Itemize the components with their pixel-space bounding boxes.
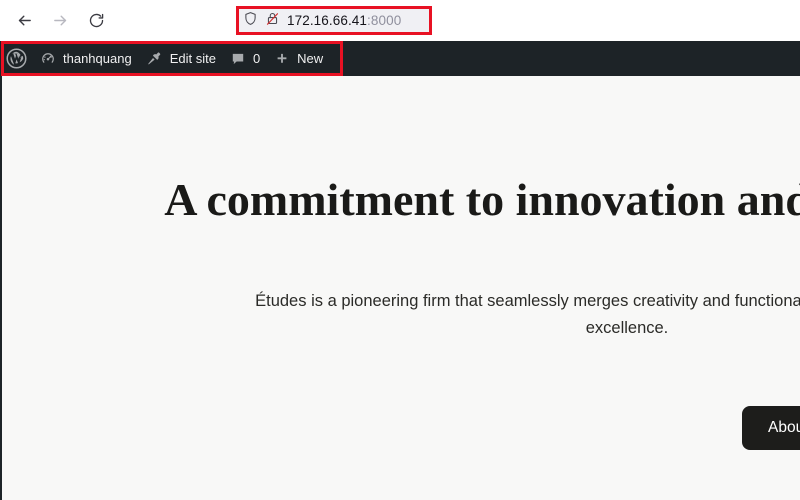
pushpin-icon	[146, 50, 163, 67]
admin-bar-item-site-name[interactable]: thanhquang	[32, 41, 138, 76]
page-viewport: thanhquang Edit site 0 New A commitment …	[0, 41, 800, 500]
address-host: 172.16.66.41	[287, 13, 368, 28]
dashboard-gauge-icon	[40, 51, 56, 67]
comment-bubble-icon	[230, 51, 246, 67]
hero-section: A commitment to innovation and sustainab…	[0, 76, 800, 500]
arrow-right-icon	[52, 12, 69, 29]
admin-bar-comment-count: 0	[252, 51, 261, 66]
admin-bar-site-name-label: thanhquang	[63, 51, 132, 66]
lock-crossed-out-icon[interactable]	[265, 11, 280, 31]
navigation-buttons	[0, 5, 112, 37]
back-button[interactable]	[8, 5, 40, 37]
forward-button[interactable]	[44, 5, 76, 37]
admin-bar-item-new[interactable]: New	[266, 41, 329, 76]
page-title: A commitment to innovation and sustainab…	[164, 174, 800, 225]
wordpress-admin-bar: thanhquang Edit site 0 New	[0, 41, 800, 76]
shield-icon[interactable]	[243, 11, 258, 31]
browser-toolbar: 172.16.66.41:8000	[0, 0, 800, 41]
hero-paragraph: Études is a pioneering firm that seamles…	[255, 292, 800, 337]
admin-bar-item-edit-site[interactable]: Edit site	[138, 41, 222, 76]
reload-icon	[88, 12, 105, 29]
about-us-button[interactable]: About us	[742, 406, 800, 450]
address-bar-container: 172.16.66.41:8000	[236, 6, 432, 35]
viewport-left-edge	[0, 41, 2, 500]
admin-bar-new-label: New	[297, 51, 324, 66]
address-port: :8000	[367, 13, 402, 28]
admin-bar-item-comments[interactable]: 0	[222, 41, 266, 76]
address-bar-text: 172.16.66.41:8000	[287, 13, 401, 28]
reload-button[interactable]	[80, 5, 112, 37]
address-bar[interactable]: 172.16.66.41:8000	[236, 6, 432, 35]
wordpress-logo-icon	[6, 48, 27, 69]
admin-bar-edit-site-label: Edit site	[169, 51, 216, 66]
plus-icon	[274, 51, 290, 67]
arrow-left-icon	[16, 12, 33, 29]
admin-bar-wordpress-logo[interactable]	[0, 41, 32, 76]
